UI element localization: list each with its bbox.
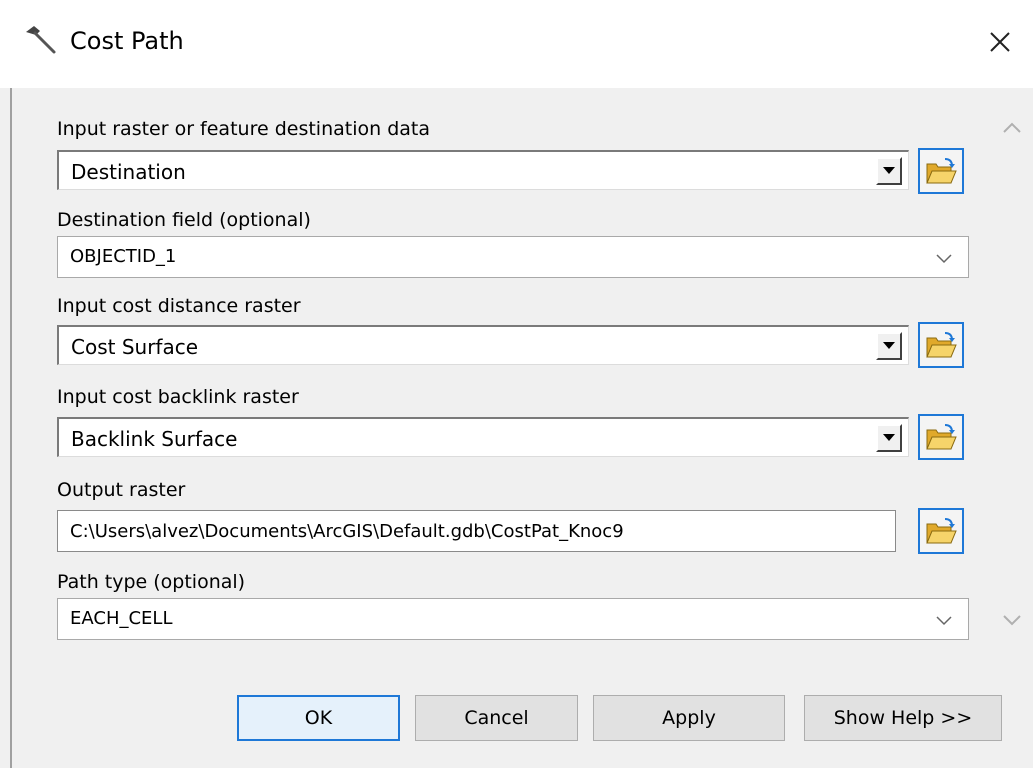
open-folder-icon [926, 158, 957, 184]
cost-distance-combo[interactable]: Cost Surface [57, 325, 909, 365]
scroll-up-icon[interactable] [1001, 120, 1023, 136]
caret-down-icon [883, 167, 895, 174]
cost-path-dialog: Cost Path Input raster or feature destin… [0, 0, 1033, 768]
path-type-label: Path type (optional) [57, 571, 246, 593]
caret-down-icon [883, 342, 895, 349]
cancel-button-label: Cancel [464, 707, 529, 729]
input-destination-combo[interactable]: Destination [57, 150, 909, 190]
output-raster-input[interactable]: C:\Users\alvez\Documents\ArcGIS\Default.… [57, 510, 896, 552]
scroll-down-icon[interactable] [1001, 612, 1023, 628]
ok-button[interactable]: OK [237, 695, 400, 741]
input-destination-value: Destination [71, 160, 186, 184]
open-folder-icon [926, 518, 957, 544]
destination-field-combo[interactable]: OBJECTID_1 [57, 236, 969, 278]
output-raster-label: Output raster [57, 479, 186, 501]
output-raster-value: C:\Users\alvez\Documents\ArcGIS\Default.… [70, 521, 624, 542]
path-type-combo[interactable]: EACH_CELL [57, 598, 969, 640]
cost-backlink-label: Input cost backlink raster [57, 386, 299, 408]
cost-backlink-browse-button[interactable] [918, 414, 964, 460]
caret-down-icon [883, 434, 895, 441]
hammer-icon [26, 26, 56, 54]
cost-distance-value: Cost Surface [71, 335, 199, 359]
close-icon [990, 32, 1010, 52]
destination-field-value: OBJECTID_1 [70, 246, 177, 267]
show-help-button[interactable]: Show Help >> [804, 695, 1002, 741]
apply-button[interactable]: Apply [593, 695, 785, 741]
input-destination-label: Input raster or feature destination data [57, 118, 430, 140]
cancel-button[interactable]: Cancel [415, 695, 578, 741]
chevron-down-icon [936, 616, 952, 626]
cost-backlink-dropdown-button[interactable] [876, 424, 902, 452]
ok-button-label: OK [304, 707, 333, 729]
cost-distance-dropdown-button[interactable] [876, 332, 902, 360]
cost-backlink-value: Backlink Surface [71, 427, 238, 451]
output-raster-browse-button[interactable] [918, 508, 964, 554]
cost-distance-browse-button[interactable] [918, 322, 964, 368]
chevron-down-icon [936, 254, 952, 264]
input-destination-dropdown-button[interactable] [876, 157, 902, 185]
apply-button-label: Apply [662, 707, 716, 729]
title-bar: Cost Path [0, 0, 1033, 88]
close-button[interactable] [978, 20, 1022, 64]
open-folder-icon [926, 424, 957, 450]
cost-distance-label: Input cost distance raster [57, 295, 301, 317]
path-type-value: EACH_CELL [70, 608, 173, 629]
destination-field-label: Destination field (optional) [57, 209, 311, 231]
input-destination-browse-button[interactable] [918, 148, 964, 194]
show-help-button-label: Show Help >> [833, 707, 973, 729]
window-title: Cost Path [70, 27, 184, 55]
cost-backlink-combo[interactable]: Backlink Surface [57, 417, 909, 457]
open-folder-icon [926, 332, 957, 358]
